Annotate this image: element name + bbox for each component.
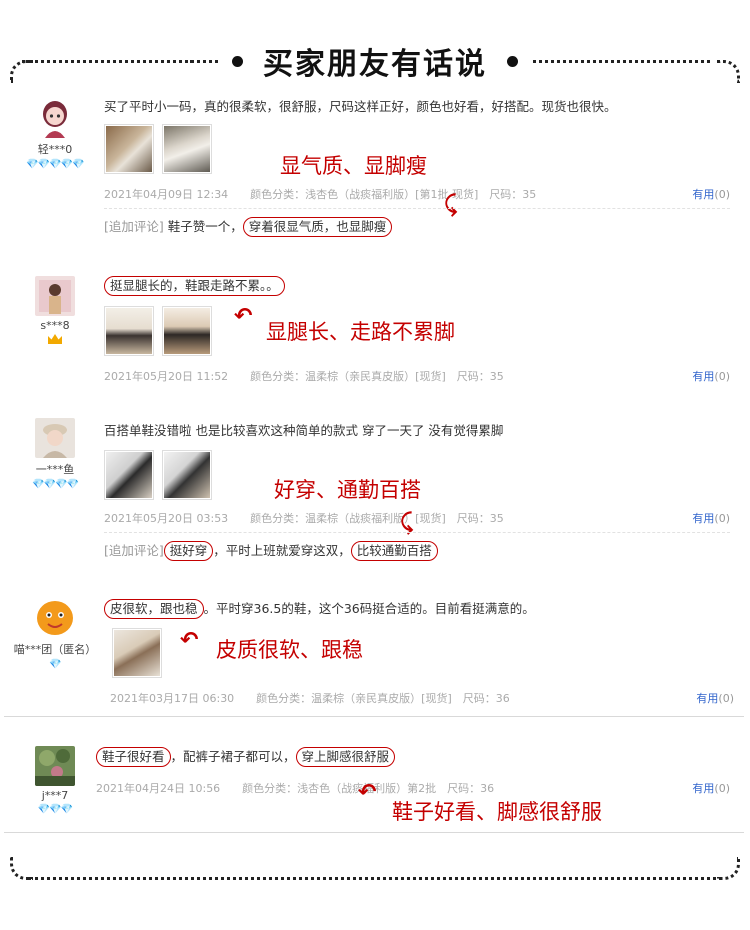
section-header: 买家朋友有话说	[0, 36, 750, 86]
highlight-oval: 鞋子很好看	[96, 747, 171, 767]
avatar[interactable]	[35, 98, 75, 138]
review-photo[interactable]	[162, 450, 212, 500]
crown-icon	[10, 334, 100, 347]
highlight-annotation: 好穿、通勤百搭	[274, 478, 421, 502]
highlight-annotation: 显腿长、走路不累脚	[266, 320, 455, 344]
useful-button[interactable]: 有用(0)	[696, 690, 734, 706]
highlight-annotation: 皮质很软、跟稳	[216, 638, 363, 662]
highlight-oval: 穿着很显气质，也显脚瘦	[242, 217, 393, 237]
review-photo[interactable]	[104, 124, 154, 174]
useful-button[interactable]: 有用(0)	[692, 368, 730, 384]
divider	[4, 832, 744, 833]
username: j***7	[41, 789, 69, 802]
review-meta: 2021年05月20日 11:52 颜色分类：温柔棕（亲民真皮版）[现货] 尺码…	[104, 368, 730, 384]
highlight-oval: 挺显腿长的，鞋跟走路不累。。	[104, 276, 285, 296]
review-item: 喵***团（匿名） 💎 皮很软，跟也稳 。平时穿36.5的鞋，这个36码挺合适的。…	[10, 592, 740, 712]
highlight-oval: 挺好穿	[163, 541, 214, 561]
review-item: j***7 💎💎💎 鞋子很好看 ，配裤子裙子都可以， 穿上脚感很舒服 2021年04…	[10, 740, 740, 830]
avatar[interactable]	[35, 418, 75, 458]
highlight-oval: 比较通勤百搭	[350, 541, 438, 561]
review-meta: 2021年05月20日 03:53 颜色分类：温柔棕（战痰福利版）[现货] 尺码…	[104, 510, 730, 526]
highlight-annotation: 显气质、显脚瘦	[280, 154, 427, 178]
review-meta-text: 2021年03月17日 06:30 颜色分类：温柔棕（亲民真皮版）[现货] 尺码…	[110, 692, 510, 705]
review-meta: 2021年03月17日 06:30 颜色分类：温柔棕（亲民真皮版）[现货] 尺码…	[110, 690, 734, 706]
curved-arrow-icon: ↶	[234, 304, 253, 329]
review-photo[interactable]	[162, 306, 212, 356]
username: 一***鱼	[35, 463, 75, 476]
follow-up-review: [追加评论] 鞋子赞一个， 穿着很显气质，也显脚瘦	[104, 216, 393, 237]
bullet-icon	[507, 55, 518, 67]
username: 喵***团（匿名）	[13, 643, 97, 656]
review-meta: 2021年04月24日 10:56 颜色分类：浅杏色（战痰福利版）第2批 尺码：…	[96, 780, 730, 796]
curved-arrow-icon: ↶	[180, 628, 199, 653]
review-photo[interactable]	[104, 306, 154, 356]
review-meta-text: 2021年05月20日 03:53 颜色分类：温柔棕（战痰福利版）[现货] 尺码…	[104, 512, 504, 525]
follow-up-review: [追加评论] 挺好穿 ，平时上班就爱穿这双， 比较通勤百搭	[104, 540, 438, 561]
review-photo[interactable]	[104, 450, 154, 500]
review-text: 皮很软，跟也稳 。平时穿36.5的鞋，这个36码挺合适的。目前看挺满意的。	[104, 598, 535, 619]
reviewer: 轻***0 💎💎💎💎💎	[10, 98, 100, 170]
level-badge-icon: 💎	[49, 659, 61, 670]
highlight-oval: 皮很软，跟也稳	[104, 599, 204, 619]
curved-arrow-icon: ↶	[358, 780, 377, 805]
avatar[interactable]	[35, 276, 75, 316]
highlight-oval: 穿上脚感很舒服	[295, 747, 396, 767]
reviewer: 一***鱼 💎💎💎💎	[10, 418, 100, 490]
level-badge-icon: 💎💎💎💎	[32, 479, 79, 490]
review-meta: 2021年04月09日 12:34 颜色分类：浅杏色（战痰福利版）[第1批 现货…	[104, 186, 730, 202]
divider	[4, 716, 744, 717]
page-title: 买家朋友有话说	[263, 47, 487, 82]
avatar[interactable]	[35, 598, 75, 638]
review-meta-text: 2021年05月20日 11:52 颜色分类：温柔棕（亲民真皮版）[现货] 尺码…	[104, 370, 504, 383]
username: 轻***0	[37, 143, 73, 156]
avatar[interactable]	[35, 746, 75, 786]
review-item: 一***鱼 💎💎💎💎 百搭单鞋没错啦 也是比较喜欢这种简单的款式 穿了一天了 没…	[10, 412, 740, 572]
review-item: 轻***0 💎💎💎💎💎 买了平时小一码，真的很柔软，很舒服，尺码这样正好，颜色也…	[10, 92, 740, 252]
reviewer: s***8	[10, 276, 100, 347]
curved-arrow-icon: ⤹	[400, 510, 414, 535]
username: s***8	[40, 319, 70, 332]
review-meta-text: 2021年04月24日 10:56 颜色分类：浅杏色（战痰福利版）第2批 尺码：…	[96, 782, 495, 795]
review-photo[interactable]	[162, 124, 212, 174]
useful-button[interactable]: 有用(0)	[692, 780, 730, 796]
useful-button[interactable]: 有用(0)	[692, 186, 730, 202]
level-badge-icon: 💎💎💎💎💎	[26, 159, 84, 170]
review-item: s***8 挺显腿长的，鞋跟走路不累。。 ↶ 显腿长、走路不累脚 2021年05…	[10, 270, 740, 390]
curved-arrow-icon: ⤹	[444, 192, 458, 217]
review-text: 鞋子很好看 ，配裤子裙子都可以， 穿上脚感很舒服	[96, 746, 396, 767]
highlight-annotation: 鞋子好看、脚感很舒服	[392, 800, 602, 824]
review-meta-text: 2021年04月09日 12:34 颜色分类：浅杏色（战痰福利版）[第1批 现货…	[104, 188, 537, 201]
reviewer: j***7 💎💎💎	[10, 746, 100, 815]
level-badge-icon: 💎💎💎	[37, 804, 73, 815]
review-text: 百搭单鞋没错啦 也是比较喜欢这种简单的款式 穿了一天了 没有觉得累脚	[104, 423, 504, 438]
review-photo[interactable]	[112, 628, 162, 678]
reviewer: 喵***团（匿名） 💎	[10, 598, 100, 670]
useful-button[interactable]: 有用(0)	[692, 510, 730, 526]
review-text: 挺显腿长的，鞋跟走路不累。。	[104, 276, 285, 296]
review-text: 买了平时小一码，真的很柔软，很舒服，尺码这样正好，颜色也好看，好搭配。现货也很快…	[104, 99, 617, 114]
bullet-icon	[232, 55, 243, 67]
